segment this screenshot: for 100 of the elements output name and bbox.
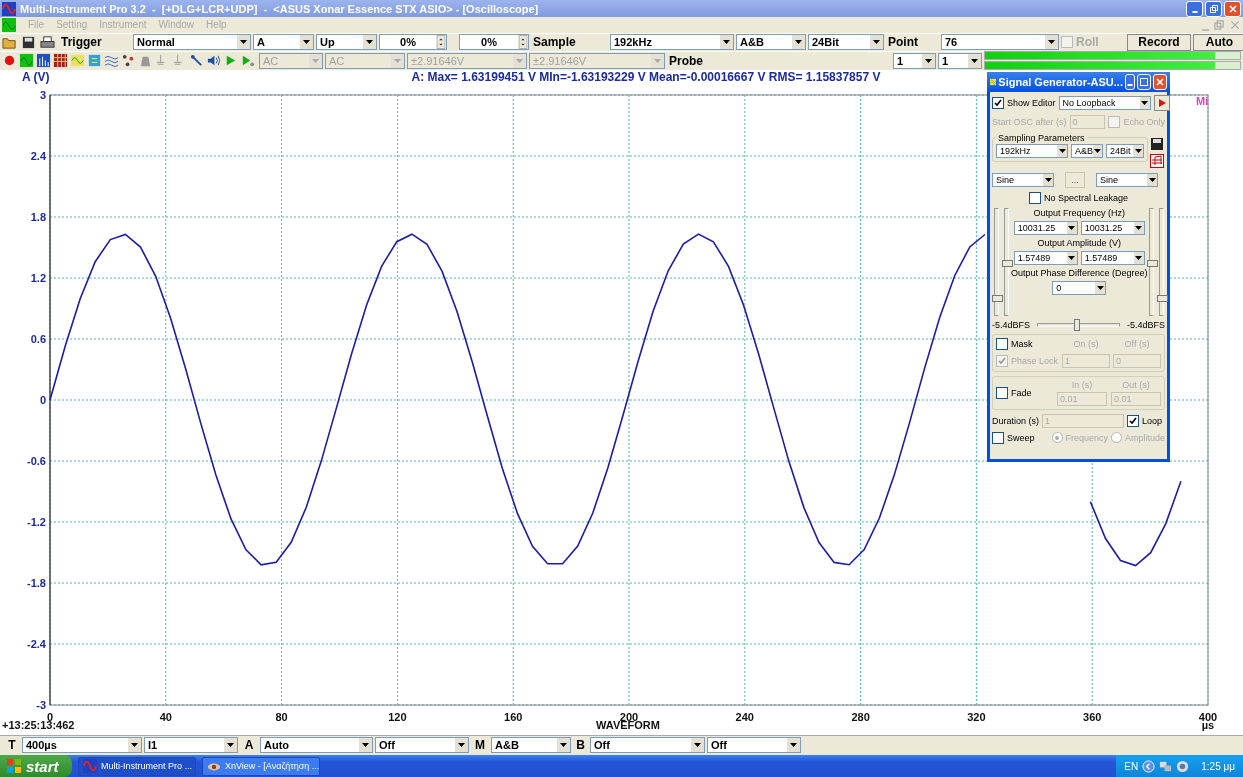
vertical-slider[interactable] (1159, 207, 1165, 316)
waves-icon[interactable] (104, 53, 119, 69)
dropdown[interactable]: 1.57489 (1013, 250, 1078, 265)
spin-arrows-icon[interactable] (518, 35, 528, 50)
restore-icon (1208, 3, 1219, 14)
checkbox-label: Mask (1011, 338, 1034, 349)
caret-icon (870, 35, 883, 50)
checkbox[interactable] (1028, 191, 1041, 204)
dropdown[interactable]: 1 (938, 52, 982, 69)
network-icon[interactable] (1159, 759, 1173, 773)
section-label: Output Frequency (Hz) (1033, 207, 1125, 218)
dropdown[interactable]: I1 (144, 737, 238, 754)
spin-field[interactable]: 0% (379, 34, 447, 51)
toolbar-label: B (575, 738, 586, 753)
edit-button[interactable]: ... (1065, 171, 1085, 188)
taskbar-button[interactable]: Multi-Instrument Pro ... (78, 756, 196, 776)
probe-icon[interactable] (189, 53, 204, 69)
dropdown[interactable]: 24Bit (1106, 143, 1144, 158)
y-tick-label: 0 (39, 393, 46, 406)
circle-icon[interactable] (1176, 759, 1190, 773)
dropdown[interactable]: Sine (1096, 172, 1158, 187)
dropdown[interactable]: Off (590, 737, 705, 754)
logo-text: Mi (1196, 94, 1209, 107)
dropdown[interactable]: 10031.25 (1013, 220, 1078, 235)
start-button[interactable]: start (0, 755, 72, 777)
play-button[interactable] (1153, 94, 1170, 111)
dropdown[interactable]: 1.57489 (1080, 250, 1145, 265)
music-note-icon[interactable] (1150, 153, 1164, 168)
checkbox[interactable] (992, 431, 1004, 444)
x-tick-label: 280 (851, 710, 870, 723)
play-step-icon[interactable] (240, 53, 255, 69)
dropdown[interactable]: A&B (1071, 143, 1103, 158)
checkbox-label: Show Editor (1007, 97, 1056, 108)
checkbox[interactable] (996, 386, 1008, 399)
checkbox[interactable] (996, 337, 1008, 350)
toolbar-button[interactable]: Auto (1193, 33, 1243, 51)
dropdown[interactable]: 192kHz (996, 143, 1068, 158)
spin-arrows-icon[interactable] (436, 35, 446, 50)
dropdown[interactable]: A&B (491, 737, 571, 754)
dropdown[interactable]: Up (316, 34, 377, 51)
dropdown[interactable]: Off (375, 737, 469, 754)
taskbar-button[interactable]: XnView - [Αναζήτηση ... (202, 756, 320, 776)
print-icon[interactable] (40, 34, 55, 50)
slider-thumb[interactable] (1002, 259, 1013, 267)
caret-icon (787, 738, 800, 753)
x-tick-label: 120 (388, 710, 407, 723)
dropdown[interactable]: 10031.25 (1080, 220, 1145, 235)
caret-icon (1066, 221, 1077, 234)
chip-icon[interactable] (87, 53, 102, 69)
field-label: Off (s) (1123, 338, 1151, 349)
slider-thumb[interactable] (1157, 294, 1169, 302)
restore-button[interactable] (1205, 0, 1222, 17)
spectrum-icon[interactable] (36, 53, 51, 69)
dropdown[interactable]: A (253, 34, 314, 51)
toolbar-button[interactable]: Record (1127, 33, 1191, 51)
slider-thumb[interactable] (1147, 259, 1159, 267)
dropdown[interactable]: Sine (992, 172, 1054, 187)
dropdown[interactable]: No Loopback (1058, 95, 1151, 110)
waveform-icon[interactable] (19, 53, 34, 69)
checkbox-label: No Spectral Leakage (1043, 192, 1129, 203)
scatter-icon[interactable] (121, 53, 136, 69)
caret-icon (1057, 144, 1067, 157)
maximize-button[interactable] (1137, 73, 1151, 90)
dropdown[interactable]: A&B (736, 34, 806, 51)
save-icon[interactable] (1150, 136, 1164, 151)
caret-icon (651, 53, 664, 68)
dropdown[interactable]: 24Bit (808, 34, 884, 51)
chevron-icon[interactable] (1142, 759, 1156, 773)
slider-thumb[interactable] (1073, 318, 1080, 331)
minimize-button[interactable] (1186, 0, 1203, 17)
radio-button[interactable] (1111, 432, 1122, 444)
play-icon (1156, 97, 1167, 108)
dropdown[interactable]: Normal (133, 34, 251, 51)
radio-button[interactable] (1051, 432, 1063, 444)
y-tick-label: 1.8 (30, 210, 46, 223)
dropdown[interactable]: 192kHz (610, 34, 734, 51)
vertical-slider[interactable] (1149, 207, 1155, 316)
x-tick-label: 40 (159, 710, 172, 723)
slider-thumb[interactable] (992, 294, 1003, 302)
field-label: Out (s) (1121, 379, 1151, 390)
dropdown[interactable]: 0 (1052, 280, 1107, 295)
dropdown[interactable]: Auto (260, 737, 373, 754)
dropdown[interactable]: 400µs (22, 737, 142, 754)
checkbox[interactable] (1127, 414, 1139, 427)
x-tick-label: 80 (275, 710, 288, 723)
save-icon[interactable] (21, 34, 36, 50)
dropdown[interactable]: 1 (893, 52, 936, 69)
spin-field[interactable]: 0% (459, 34, 529, 51)
close-button[interactable] (1153, 73, 1167, 90)
dropdown[interactable]: Off (707, 737, 801, 754)
minimize-button[interactable] (1125, 73, 1135, 90)
caret-icon (1133, 221, 1144, 234)
grid-icon[interactable] (53, 53, 68, 69)
close-button[interactable] (1224, 0, 1241, 17)
maximize-icon (1139, 76, 1149, 87)
caret-icon (1066, 251, 1077, 264)
dropdown[interactable]: 76 (941, 34, 1059, 51)
checkbox[interactable] (992, 96, 1004, 109)
toolbar-label: T (7, 738, 17, 753)
caret-icon (513, 53, 526, 68)
